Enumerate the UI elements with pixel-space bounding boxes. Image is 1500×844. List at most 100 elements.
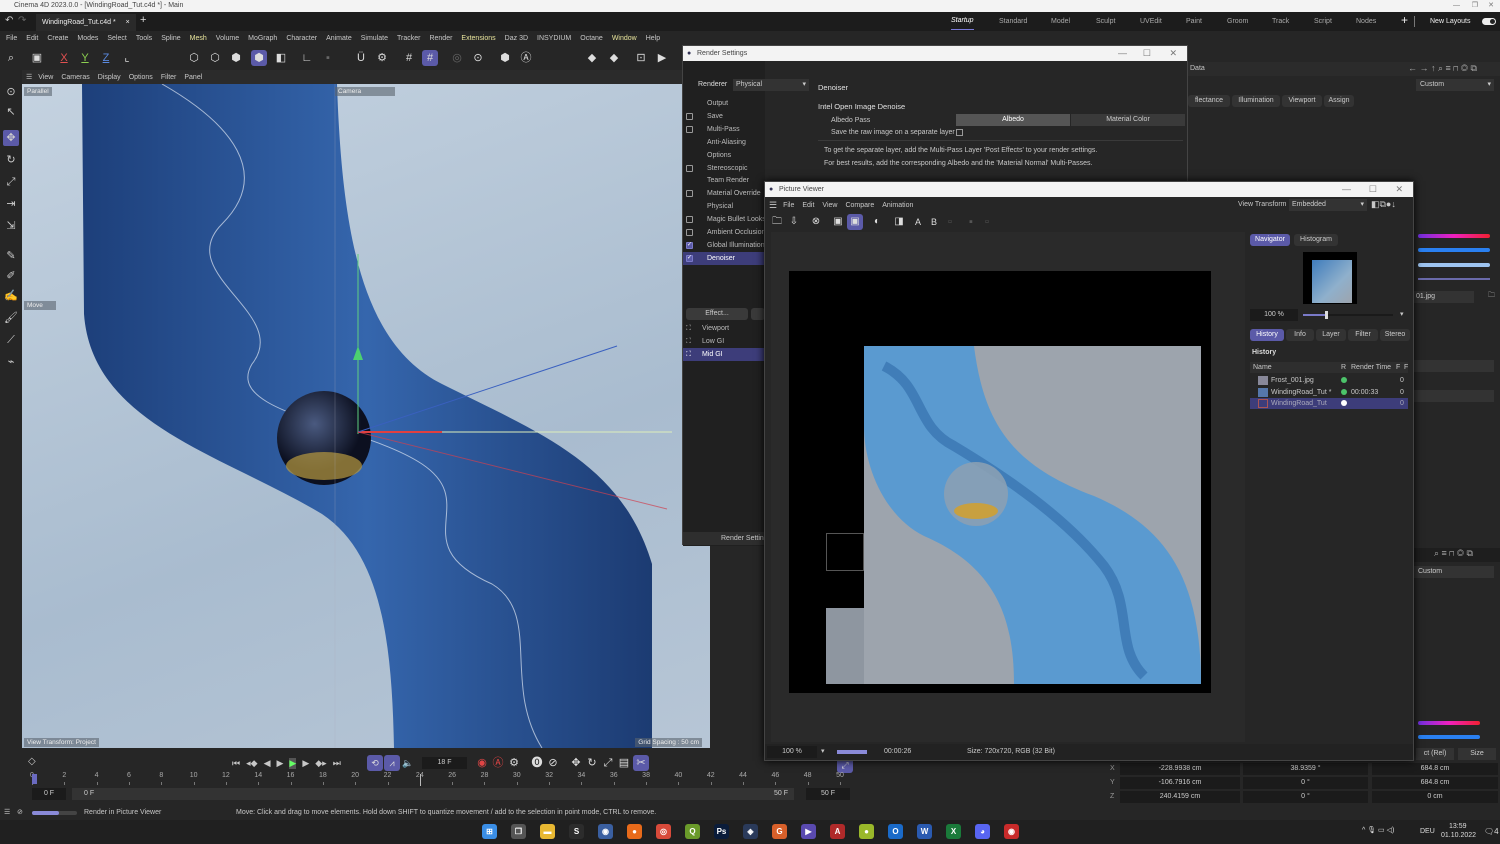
edges-mode-icon[interactable]: ⬡ [207, 50, 223, 66]
tab-filter[interactable]: Filter [1348, 329, 1378, 341]
taskbar-excel-icon[interactable]: X [946, 824, 961, 839]
color-gradient-slider[interactable] [1418, 234, 1490, 238]
pv-zoom-field[interactable]: 100 % [767, 746, 817, 758]
sound-icon[interactable]: 🔈 [400, 755, 416, 771]
coord-position-y[interactable]: -106.7916 cm [1120, 777, 1240, 789]
polygons-mode-icon[interactable]: ⬢ [228, 50, 244, 66]
menu-mesh[interactable]: Mesh [190, 31, 207, 46]
end-frame-field[interactable]: 50 F [806, 788, 850, 800]
menu-modes[interactable]: Modes [77, 31, 98, 46]
layout-tab-sculpt[interactable]: Sculpt [1096, 12, 1115, 31]
key-pla-icon[interactable]: ✂ [633, 755, 649, 771]
tab-history[interactable]: History [1250, 329, 1284, 341]
pv-menu-edit[interactable]: Edit [802, 202, 814, 209]
minimize-button[interactable]: — [1118, 46, 1127, 61]
measure-icon[interactable]: ⌁ [3, 354, 19, 370]
clock-time[interactable]: 13:59 [1449, 823, 1467, 830]
live-selection-icon[interactable]: ↖ [3, 104, 19, 120]
record-icon[interactable]: ◉ [474, 755, 490, 771]
rs-item-global-illumination[interactable]: ✓ Global Illumination [683, 239, 765, 252]
rs-item-team-render[interactable]: Team Render [683, 174, 765, 187]
multi-pass-button[interactable] [751, 308, 765, 320]
rs-item-checkbox[interactable] [686, 216, 693, 224]
render-active-icon[interactable]: ◆ [606, 50, 622, 66]
grid-icon[interactable]: # [401, 50, 417, 66]
tray-icons[interactable]: ^ 🎙 ▭ ◁) [1362, 826, 1394, 834]
layout-tab-startup[interactable]: Startup [951, 12, 974, 30]
viewport-solo-icon[interactable]: ▣ [29, 50, 45, 66]
next-key-icon[interactable]: ◆▸ [315, 758, 326, 769]
layout-tab-model[interactable]: Model [1051, 12, 1070, 31]
rotate-tool-icon[interactable]: ↻ [3, 152, 19, 168]
nav-icons-2[interactable]: ⌕ ≡ ⊓ ◎ ⧉ [1434, 548, 1473, 558]
add-layout-button[interactable]: + [1401, 13, 1408, 27]
auto-key-icon[interactable]: Ⓐ [490, 755, 506, 771]
menu-insydium[interactable]: INSYDIUM [537, 31, 571, 46]
taskbar-word-icon[interactable]: W [917, 824, 932, 839]
viewport-menu-filter[interactable]: Filter [161, 74, 177, 81]
rs-item-ambient-occlusion[interactable]: Ambient Occlusion [683, 226, 765, 239]
pv-hamburger-icon[interactable]: ☰ [769, 200, 777, 211]
pv-menu-animation[interactable]: Animation [882, 202, 913, 209]
albedo-option-albedo[interactable]: Albedo [956, 114, 1070, 126]
layout-tab-track[interactable]: Track [1272, 12, 1289, 31]
menu-select[interactable]: Select [107, 31, 126, 46]
pv-menu-file[interactable]: File [783, 202, 794, 209]
copy-icon[interactable]: ▪ [963, 214, 979, 230]
render-view-icon[interactable]: ◆ [584, 50, 600, 66]
viewport-menu-options[interactable]: Options [129, 74, 153, 81]
key-move-icon[interactable]: ✥ [568, 755, 584, 771]
loop-icon[interactable]: ⟲ [367, 755, 383, 771]
menu-file[interactable]: File [6, 31, 17, 46]
rs-item-checkbox[interactable]: ✓ [686, 254, 693, 262]
close-tab-icon[interactable]: × [126, 19, 130, 26]
size-mode-dropdown[interactable]: Size [1458, 748, 1496, 760]
coord-rotation-y[interactable]: 0 ° [1243, 777, 1368, 789]
rs-item-multi-pass[interactable]: Multi-Pass [683, 123, 765, 136]
taskbar-discord-icon[interactable]: ◕ [975, 824, 990, 839]
menu-octane[interactable]: Octane [580, 31, 603, 46]
pv-menu-compare[interactable]: Compare [845, 202, 874, 209]
navigator-thumbnail[interactable] [1303, 252, 1357, 304]
rs-item-options[interactable]: Options [683, 149, 765, 162]
attributes-mode-dropdown-2[interactable]: Custom [1414, 566, 1494, 578]
taskbar-app-arrow-icon[interactable]: ▶ [801, 824, 816, 839]
key-rotate-icon[interactable]: ↻ [584, 755, 600, 771]
rs-item-checkbox[interactable] [686, 190, 693, 198]
taskbar-record-icon[interactable]: ◉ [1004, 824, 1019, 839]
points-mode-icon[interactable]: ⬡ [186, 50, 202, 66]
history-row[interactable]: Frost_001.jpg 0 [1250, 375, 1408, 386]
layout-tab-standard[interactable]: Standard [999, 12, 1027, 31]
close-button[interactable]: ✕ [1488, 0, 1494, 12]
maximize-button[interactable]: ☐ [1143, 46, 1151, 61]
save-icon[interactable]: ⇩ [786, 214, 802, 230]
taskbar-cinema4d-icon[interactable]: ◉ [598, 824, 613, 839]
uv-mode-icon[interactable]: ◧ [273, 50, 289, 66]
language-indicator[interactable]: DEU [1420, 828, 1435, 835]
menu-edit[interactable]: Edit [26, 31, 38, 46]
taskbar-start-icon[interactable]: ⊞ [482, 824, 497, 839]
taskbar-file-explorer-icon[interactable]: ▬ [540, 824, 555, 839]
soft-selection-icon[interactable]: ◎ [449, 50, 465, 66]
scale-tool-icon[interactable]: ⤢ [3, 174, 19, 190]
nav-arrows-icon[interactable]: ← → ↑ ⌕ ≡ ⊓ ◎ ⧉ [1408, 63, 1477, 74]
undo-icon[interactable]: ↶ [5, 15, 13, 26]
pv-layout-icons[interactable]: ◧⧉●↓ [1371, 199, 1396, 210]
pv-menu-view[interactable]: View [822, 202, 837, 209]
brush-icon[interactable]: ✍ [3, 288, 19, 304]
search-icon[interactable]: ⌕ [3, 50, 19, 66]
attr-tab-reflectance[interactable]: flectance [1188, 95, 1230, 107]
playback-mode-icon[interactable]: ⩘ [384, 755, 400, 771]
timeline-playhead[interactable] [32, 774, 37, 784]
pv-image-area[interactable] [771, 232, 1245, 742]
taskbar-photoshop-icon[interactable]: Ps [714, 824, 729, 839]
texture-file-field[interactable]: 01.jpg [1414, 291, 1474, 303]
taskbar-access-icon[interactable]: A [830, 824, 845, 839]
minimize-button[interactable]: — [1453, 0, 1460, 12]
history-row[interactable]: WindingRoad_Tut * 00:00:33 0 [1250, 387, 1408, 398]
document-tab[interactable]: WindingRoad_Tut.c4d * × [36, 14, 136, 31]
texture-mode-icon[interactable]: ▪ [320, 50, 336, 66]
go-to-end-icon[interactable]: ⏭ [333, 758, 341, 769]
taskbar-s-app-icon[interactable]: S [569, 824, 584, 839]
menu-render[interactable]: Render [429, 31, 452, 46]
